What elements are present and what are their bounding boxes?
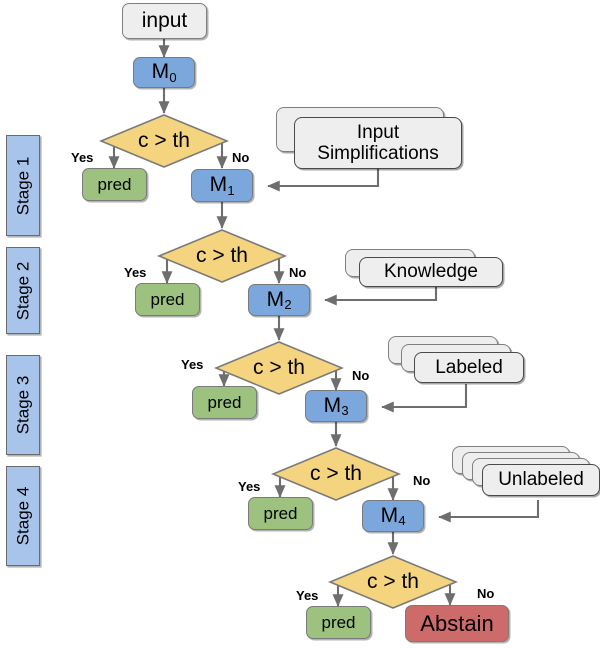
model-node-m1: M1	[191, 169, 253, 202]
stage-bar-1: Stage 1	[6, 135, 40, 236]
pred-node-5: pred	[306, 606, 371, 639]
edge-label-no-1: No	[289, 265, 307, 280]
edge-label-yes-0: Yes	[71, 150, 94, 165]
stage-bar-3: Stage 3	[6, 355, 40, 455]
model-subscript: 4	[398, 513, 406, 529]
edge-label-yes-4: Yes	[296, 588, 319, 603]
pred-node-2-label: pred	[150, 289, 185, 309]
pred-node-3-label: pred	[207, 392, 242, 412]
model-subscript: 2	[284, 297, 292, 313]
edge-label-no-3: No	[413, 473, 431, 488]
edge-label-no-0: No	[232, 150, 250, 165]
decision-diamond-0: c > th	[98, 113, 230, 169]
resource-stack-unlabeled: Unlabeled	[452, 446, 600, 508]
abstain-node-label: Abstain	[420, 610, 494, 636]
pred-node-1-label: pred	[97, 174, 132, 194]
connector-layer	[108, 39, 540, 607]
abstain-node: Abstain	[405, 605, 509, 642]
model-node-m3-label: M3	[323, 393, 349, 419]
decision-diamond-2: c > th	[213, 340, 345, 396]
edge-label-yes-1: Yes	[124, 265, 147, 280]
stage-label-3: Stage 3	[13, 375, 33, 435]
decision-diamond-3: c > th	[270, 446, 402, 502]
flowchart-canvas: Stage 1 Stage 2 Stage 3 Stage 4 input M0…	[0, 0, 600, 648]
model-node-m4: M4	[362, 500, 424, 532]
resource-card-front: Labeled	[414, 352, 524, 383]
pred-node-5-label: pred	[321, 612, 356, 632]
resource-card-front: Knowledge	[359, 257, 503, 287]
stage-bar-2: Stage 2	[6, 247, 40, 334]
resource-stack-knowledge: Knowledge	[345, 249, 510, 293]
model-node-m2-label: M2	[266, 287, 292, 313]
resource-stack-input-simplifications: Input Simplifications	[276, 107, 466, 171]
stage-label-1: Stage 1	[13, 156, 33, 215]
decision-diamond-1: c > th	[156, 228, 288, 284]
edge-label-yes-3: Yes	[238, 479, 261, 494]
model-node-m0: M0	[133, 57, 195, 88]
edge-simplifications-to-m1	[267, 169, 380, 192]
model-subscript: 1	[227, 182, 235, 198]
edge-label-no-4: No	[477, 586, 495, 601]
model-node-m4-label: M4	[380, 503, 406, 529]
resource-card-front: Input Simplifications	[294, 117, 462, 169]
pred-node-2: pred	[135, 283, 200, 316]
model-subscript: 3	[341, 403, 349, 419]
model-node-m0-label: M0	[151, 60, 177, 85]
stage-label-4: Stage 4	[13, 486, 33, 546]
pred-node-4-label: pred	[263, 503, 298, 523]
stage-bar-4: Stage 4	[6, 466, 40, 566]
model-node-m2: M2	[248, 284, 310, 316]
pred-node-1: pred	[82, 168, 147, 201]
stage-label-2: Stage 2	[13, 261, 33, 320]
resource-card-front: Unlabeled	[482, 464, 600, 496]
input-node: input	[122, 3, 207, 39]
resource-stack-labeled: Labeled	[388, 336, 548, 391]
model-subscript: 0	[169, 69, 177, 85]
decision-diamond-4: c > th	[327, 554, 459, 610]
model-node-m1-label: M1	[209, 173, 235, 198]
edge-label-yes-2: Yes	[181, 357, 204, 372]
input-node-label: input	[141, 8, 188, 32]
edge-label-no-2: No	[352, 368, 370, 383]
